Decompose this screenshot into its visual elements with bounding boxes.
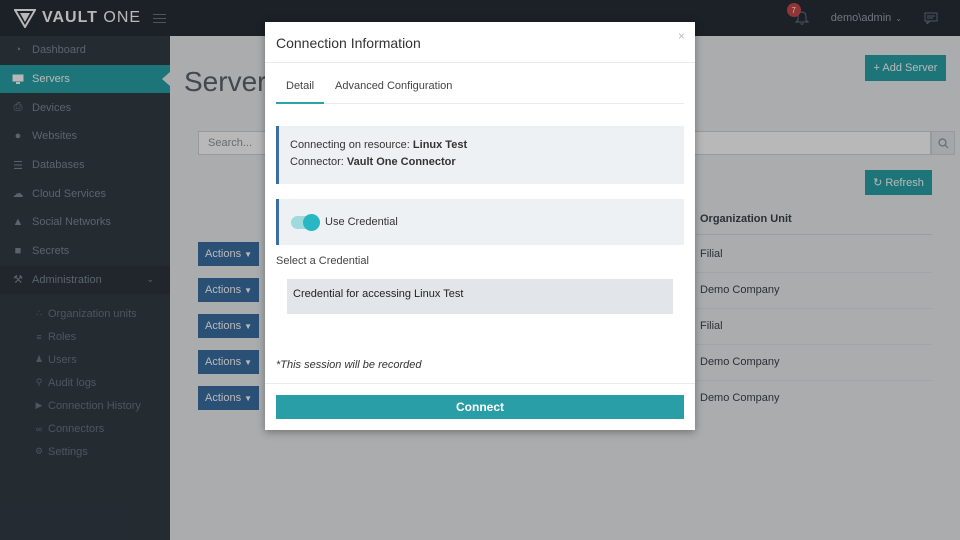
- tab-detail[interactable]: Detail: [276, 80, 324, 104]
- use-credential-toggle[interactable]: [291, 213, 320, 231]
- tab-advanced-configuration[interactable]: Advanced Configuration: [335, 80, 452, 104]
- toggle-knob: [303, 213, 320, 231]
- connect-button[interactable]: Connect: [276, 395, 684, 419]
- connection-information-modal: Connection Information × Detail Advanced…: [265, 22, 695, 430]
- divider: [265, 62, 695, 63]
- connector-name: Vault One Connector: [346, 156, 456, 168]
- resource-name: Linux Test: [412, 139, 468, 151]
- credential-select[interactable]: Credential for accessing Linux Test: [287, 279, 673, 314]
- connection-info-box: Connecting on resource: Linux Test Conne…: [276, 126, 684, 184]
- connector-line: Connector: Vault One Connector: [290, 156, 456, 168]
- use-credential-label: Use Credential: [325, 216, 398, 228]
- close-icon[interactable]: ×: [678, 29, 685, 43]
- divider: [265, 383, 695, 384]
- modal-title: Connection Information: [276, 35, 421, 51]
- modal-tabs: Detail Advanced Configuration: [276, 80, 684, 104]
- session-recorded-note: *This session will be recorded: [276, 359, 422, 371]
- resource-line: Connecting on resource: Linux Test: [290, 139, 468, 151]
- select-credential-label: Select a Credential: [276, 255, 369, 267]
- use-credential-box: Use Credential: [276, 199, 684, 245]
